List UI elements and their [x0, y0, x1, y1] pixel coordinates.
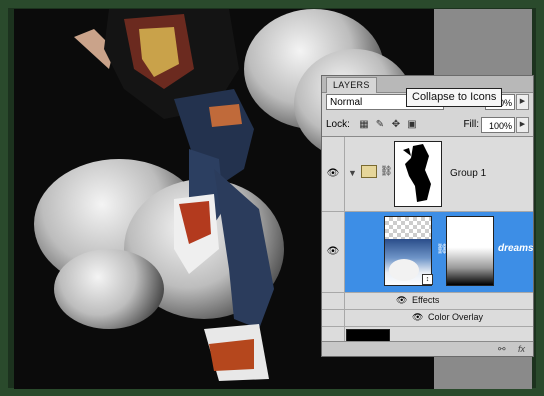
effects-row[interactable]: 👁 Effects — [322, 293, 533, 310]
visibility-column — [322, 310, 345, 326]
layers-list: 👁 ▼ ⛓ Group 1 👁 ↕ ⛓ dreamsti — [322, 136, 533, 342]
layer-name[interactable]: dreamsti — [498, 243, 533, 254]
folder-icon — [361, 165, 377, 178]
color-overlay-row[interactable]: 👁 Color Overlay — [322, 310, 533, 327]
effects-eye-icon[interactable]: 👁 — [396, 295, 407, 306]
visibility-column — [322, 327, 345, 342]
lock-label: Lock: — [326, 119, 350, 130]
fill-label: Fill: — [463, 119, 479, 130]
lock-all-icon[interactable]: ▣ — [406, 119, 418, 131]
eye-icon[interactable]: 👁 — [326, 168, 340, 180]
fx-icon[interactable]: fx — [518, 342, 525, 356]
opacity-arrow-button[interactable]: ▶ — [516, 94, 529, 110]
layer-mask-thumbnail[interactable] — [446, 216, 494, 286]
lock-row: Lock: ▦ ✎ ✥ ▣ Fill: 100% ▶ — [326, 116, 529, 134]
color-overlay-label: Color Overlay — [428, 312, 484, 322]
lock-transparent-icon[interactable]: ▦ — [358, 119, 370, 131]
tab-layers[interactable]: LAYERS — [326, 77, 377, 93]
lock-position-icon[interactable]: ✥ — [390, 119, 402, 131]
blend-row: Normal 0% ▶ Collapse to Icons — [326, 88, 529, 112]
panel-bottom-bar: ⚯ fx — [322, 341, 533, 356]
eye-icon[interactable]: 👁 — [326, 246, 340, 258]
layers-panel: LAYERS Normal 0% ▶ Collapse to Icons Loc… — [321, 75, 534, 357]
fill-arrow-button[interactable]: ▶ — [516, 117, 529, 133]
visibility-column — [322, 293, 345, 309]
lock-pixels-icon[interactable]: ✎ — [374, 119, 386, 131]
collapse-tooltip: Collapse to Icons — [406, 88, 503, 107]
layer-row-group[interactable]: 👁 ▼ ⛓ Group 1 — [322, 137, 533, 212]
fill-field[interactable]: 100% — [481, 117, 515, 133]
link-icon: ⛓ — [380, 166, 393, 177]
color-overlay-eye-icon[interactable]: 👁 — [412, 312, 423, 323]
layer-name[interactable]: Group 1 — [450, 168, 486, 179]
group-thumbnail — [394, 141, 442, 207]
link-layers-icon[interactable]: ⚯ — [498, 342, 506, 356]
layer-row-partial[interactable] — [322, 327, 533, 342]
cloud-image — [389, 259, 419, 281]
smart-object-icon: ↕ — [422, 274, 433, 285]
effects-label: Effects — [412, 295, 440, 305]
layer-row-selected[interactable]: 👁 ↕ ⛓ dreamsti — [322, 212, 533, 293]
expand-triangle-icon[interactable]: ▼ — [348, 168, 357, 178]
